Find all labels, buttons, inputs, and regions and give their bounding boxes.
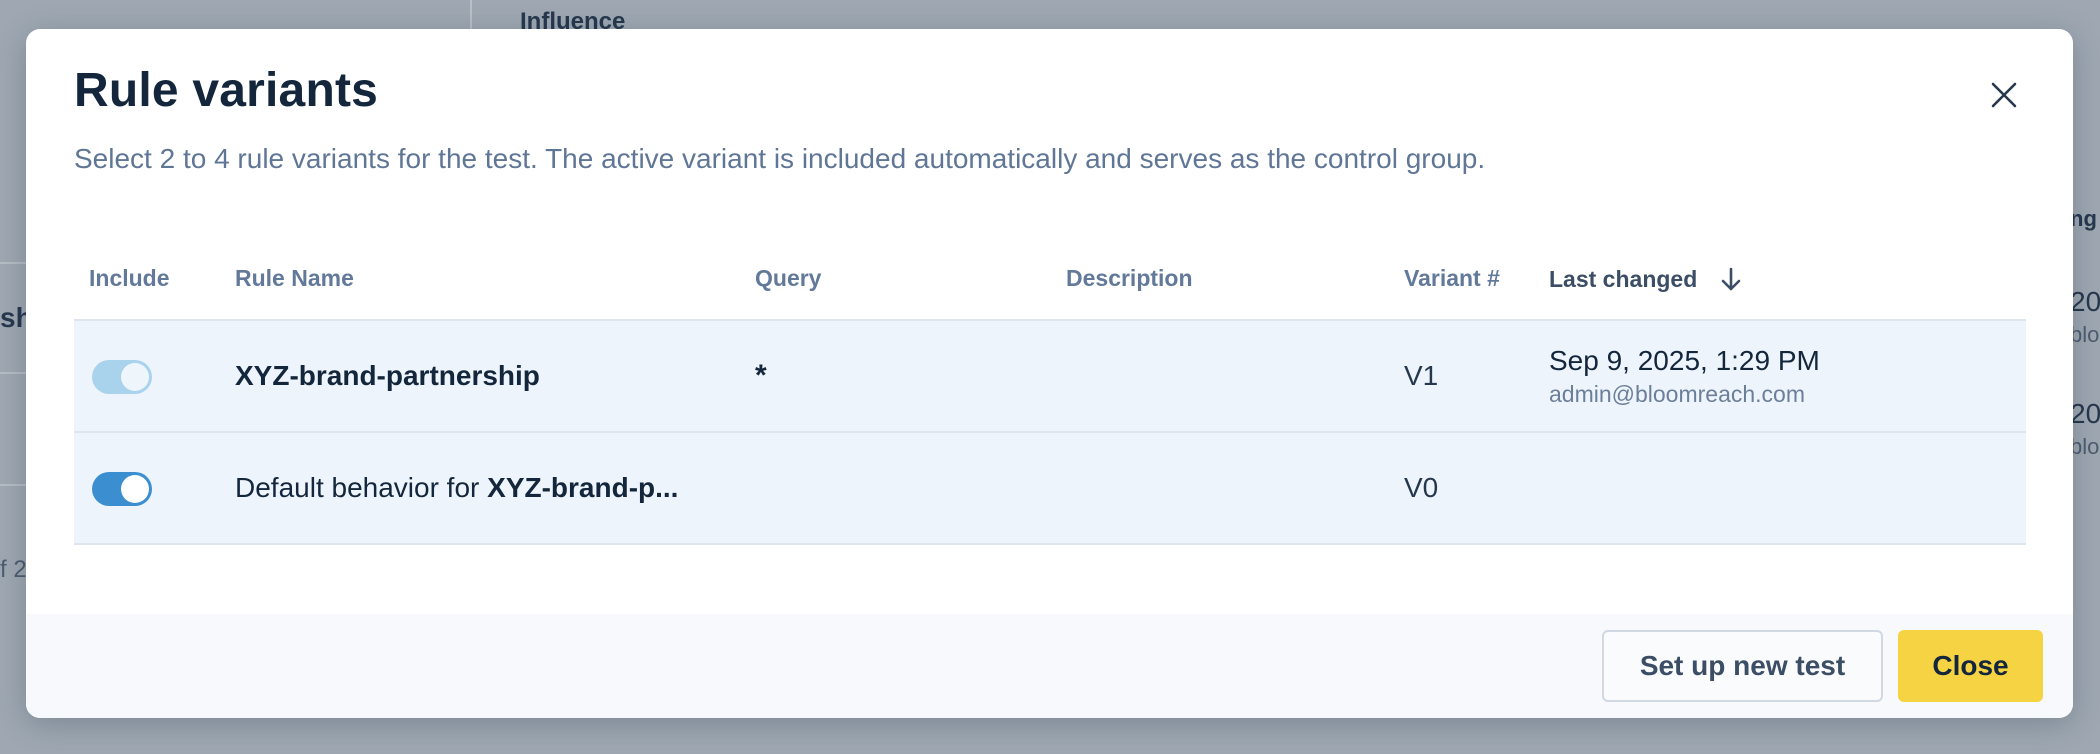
close-icon[interactable]: [1984, 75, 2024, 115]
column-header-last-changed[interactable]: Last changed: [1549, 265, 1745, 293]
include-toggle[interactable]: [92, 360, 152, 394]
column-header-rule-name[interactable]: Rule Name: [235, 265, 354, 292]
dialog-title: Rule variants: [74, 64, 379, 117]
column-header-query[interactable]: Query: [755, 265, 821, 292]
column-header-include: Include: [89, 265, 170, 291]
arrow-down-icon[interactable]: [1717, 265, 1745, 293]
background-divider: [470, 0, 472, 30]
dialog-footer: Set up new test Close: [26, 614, 2073, 718]
variants-table: Include Rule Name Query Description Vari…: [74, 251, 2026, 545]
column-header-last-changed-label: Last changed: [1549, 265, 1698, 292]
close-button[interactable]: Close: [1898, 630, 2043, 702]
table-row: XYZ-brand-partnership * V1 Sep 9, 2025, …: [74, 321, 2026, 433]
background-pagination-text: f 2: [0, 556, 27, 583]
dialog-description: Select 2 to 4 rule variants for the test…: [74, 143, 1486, 174]
set-up-new-test-button[interactable]: Set up new test: [1602, 630, 1883, 702]
background-date: 20: [2070, 286, 2100, 317]
rule-name-prefix: Default behavior for: [235, 472, 488, 503]
toggle-knob: [121, 363, 149, 391]
variant-number: V0: [1404, 472, 1439, 503]
include-toggle-cell: [92, 472, 152, 506]
include-toggle[interactable]: [92, 472, 152, 506]
last-changed-by: admin@bloomreach.com: [1549, 381, 1806, 407]
last-changed: Sep 9, 2025, 1:29 PM admin@bloomreach.co…: [1549, 345, 1820, 408]
rule-name: Default behavior for XYZ-brand-p...: [235, 472, 678, 504]
rule-variants-dialog: Rule variants Select 2 to 4 rule variant…: [26, 29, 2073, 718]
table-row: Default behavior for XYZ-brand-p... V0: [74, 433, 2026, 545]
variant-number: V1: [1404, 360, 1439, 391]
column-header-description[interactable]: Description: [1066, 265, 1193, 292]
background-email: blo: [2070, 322, 2100, 347]
rule-name: XYZ-brand-partnership: [235, 360, 540, 391]
table-header: Include Rule Name Query Description Vari…: [74, 251, 2026, 321]
rule-query: *: [755, 359, 767, 392]
column-header-variant[interactable]: Variant #: [1404, 265, 1500, 292]
last-changed-date: Sep 9, 2025, 1:29 PM: [1549, 345, 1820, 376]
background-email: blo: [2070, 434, 2100, 459]
rule-name-bold: XYZ-brand-p...: [487, 472, 679, 503]
toggle-knob: [121, 475, 149, 503]
background-column-header: ng: [2070, 206, 2097, 231]
include-toggle-cell: [92, 360, 152, 394]
background-date: 20: [2070, 398, 2100, 429]
